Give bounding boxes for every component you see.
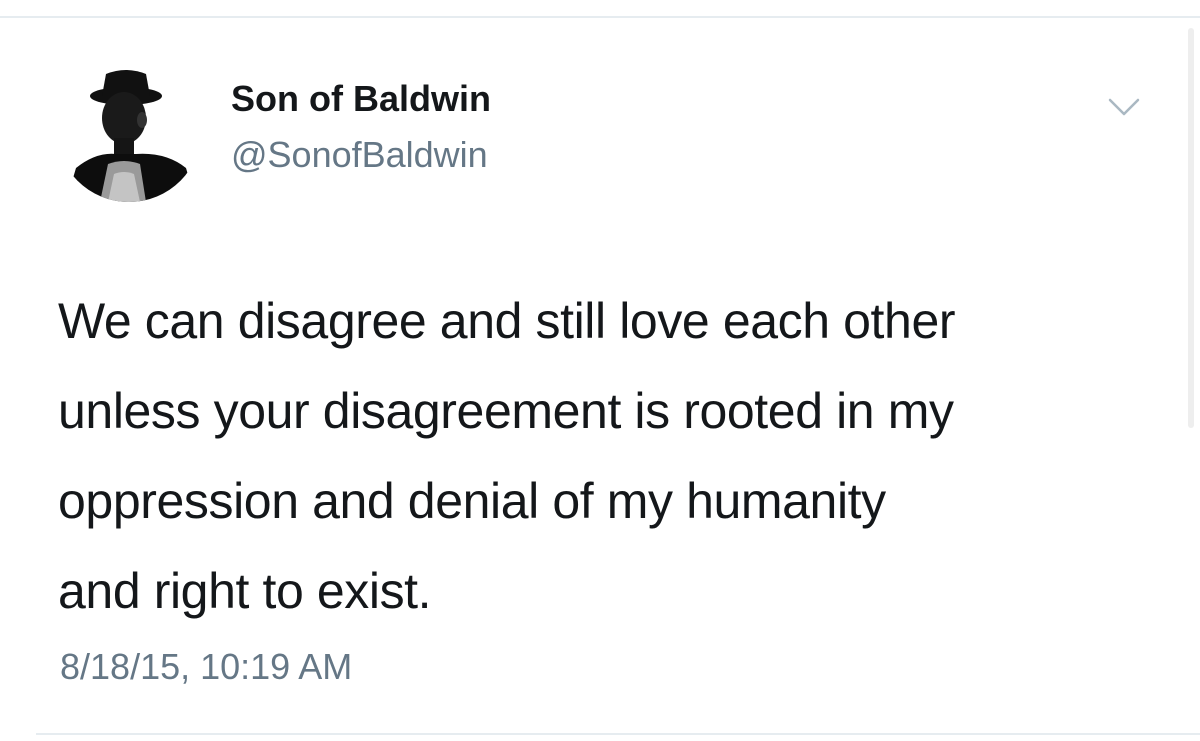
tweet-text-line: We can disagree and still love each othe… [58, 293, 956, 349]
top-divider [0, 16, 1200, 18]
author-display-name[interactable]: Son of Baldwin [231, 78, 491, 120]
tweet-text-line: unless your disagreement is rooted in my [58, 383, 954, 439]
tweet-text-line: and right to exist. [58, 563, 432, 619]
tweet-timestamp[interactable]: 8/18/15, 10:19 AM [60, 646, 352, 688]
bottom-divider [36, 733, 1200, 735]
chevron-down-icon [1108, 98, 1140, 116]
tweet-menu-button[interactable] [1104, 92, 1144, 122]
avatar-photo-icon [56, 56, 202, 202]
author-handle[interactable]: @SonofBaldwin [231, 134, 488, 176]
tweet-text-line: oppression and denial of my humanity [58, 473, 886, 529]
tweet-screen: Son of Baldwin @SonofBaldwin We can disa… [0, 0, 1200, 741]
author-avatar[interactable] [56, 56, 202, 202]
tweet-header: Son of Baldwin @SonofBaldwin [56, 56, 1156, 206]
scrollbar[interactable] [1188, 28, 1194, 428]
tweet-text: We can disagree and still love each othe… [58, 276, 1158, 636]
